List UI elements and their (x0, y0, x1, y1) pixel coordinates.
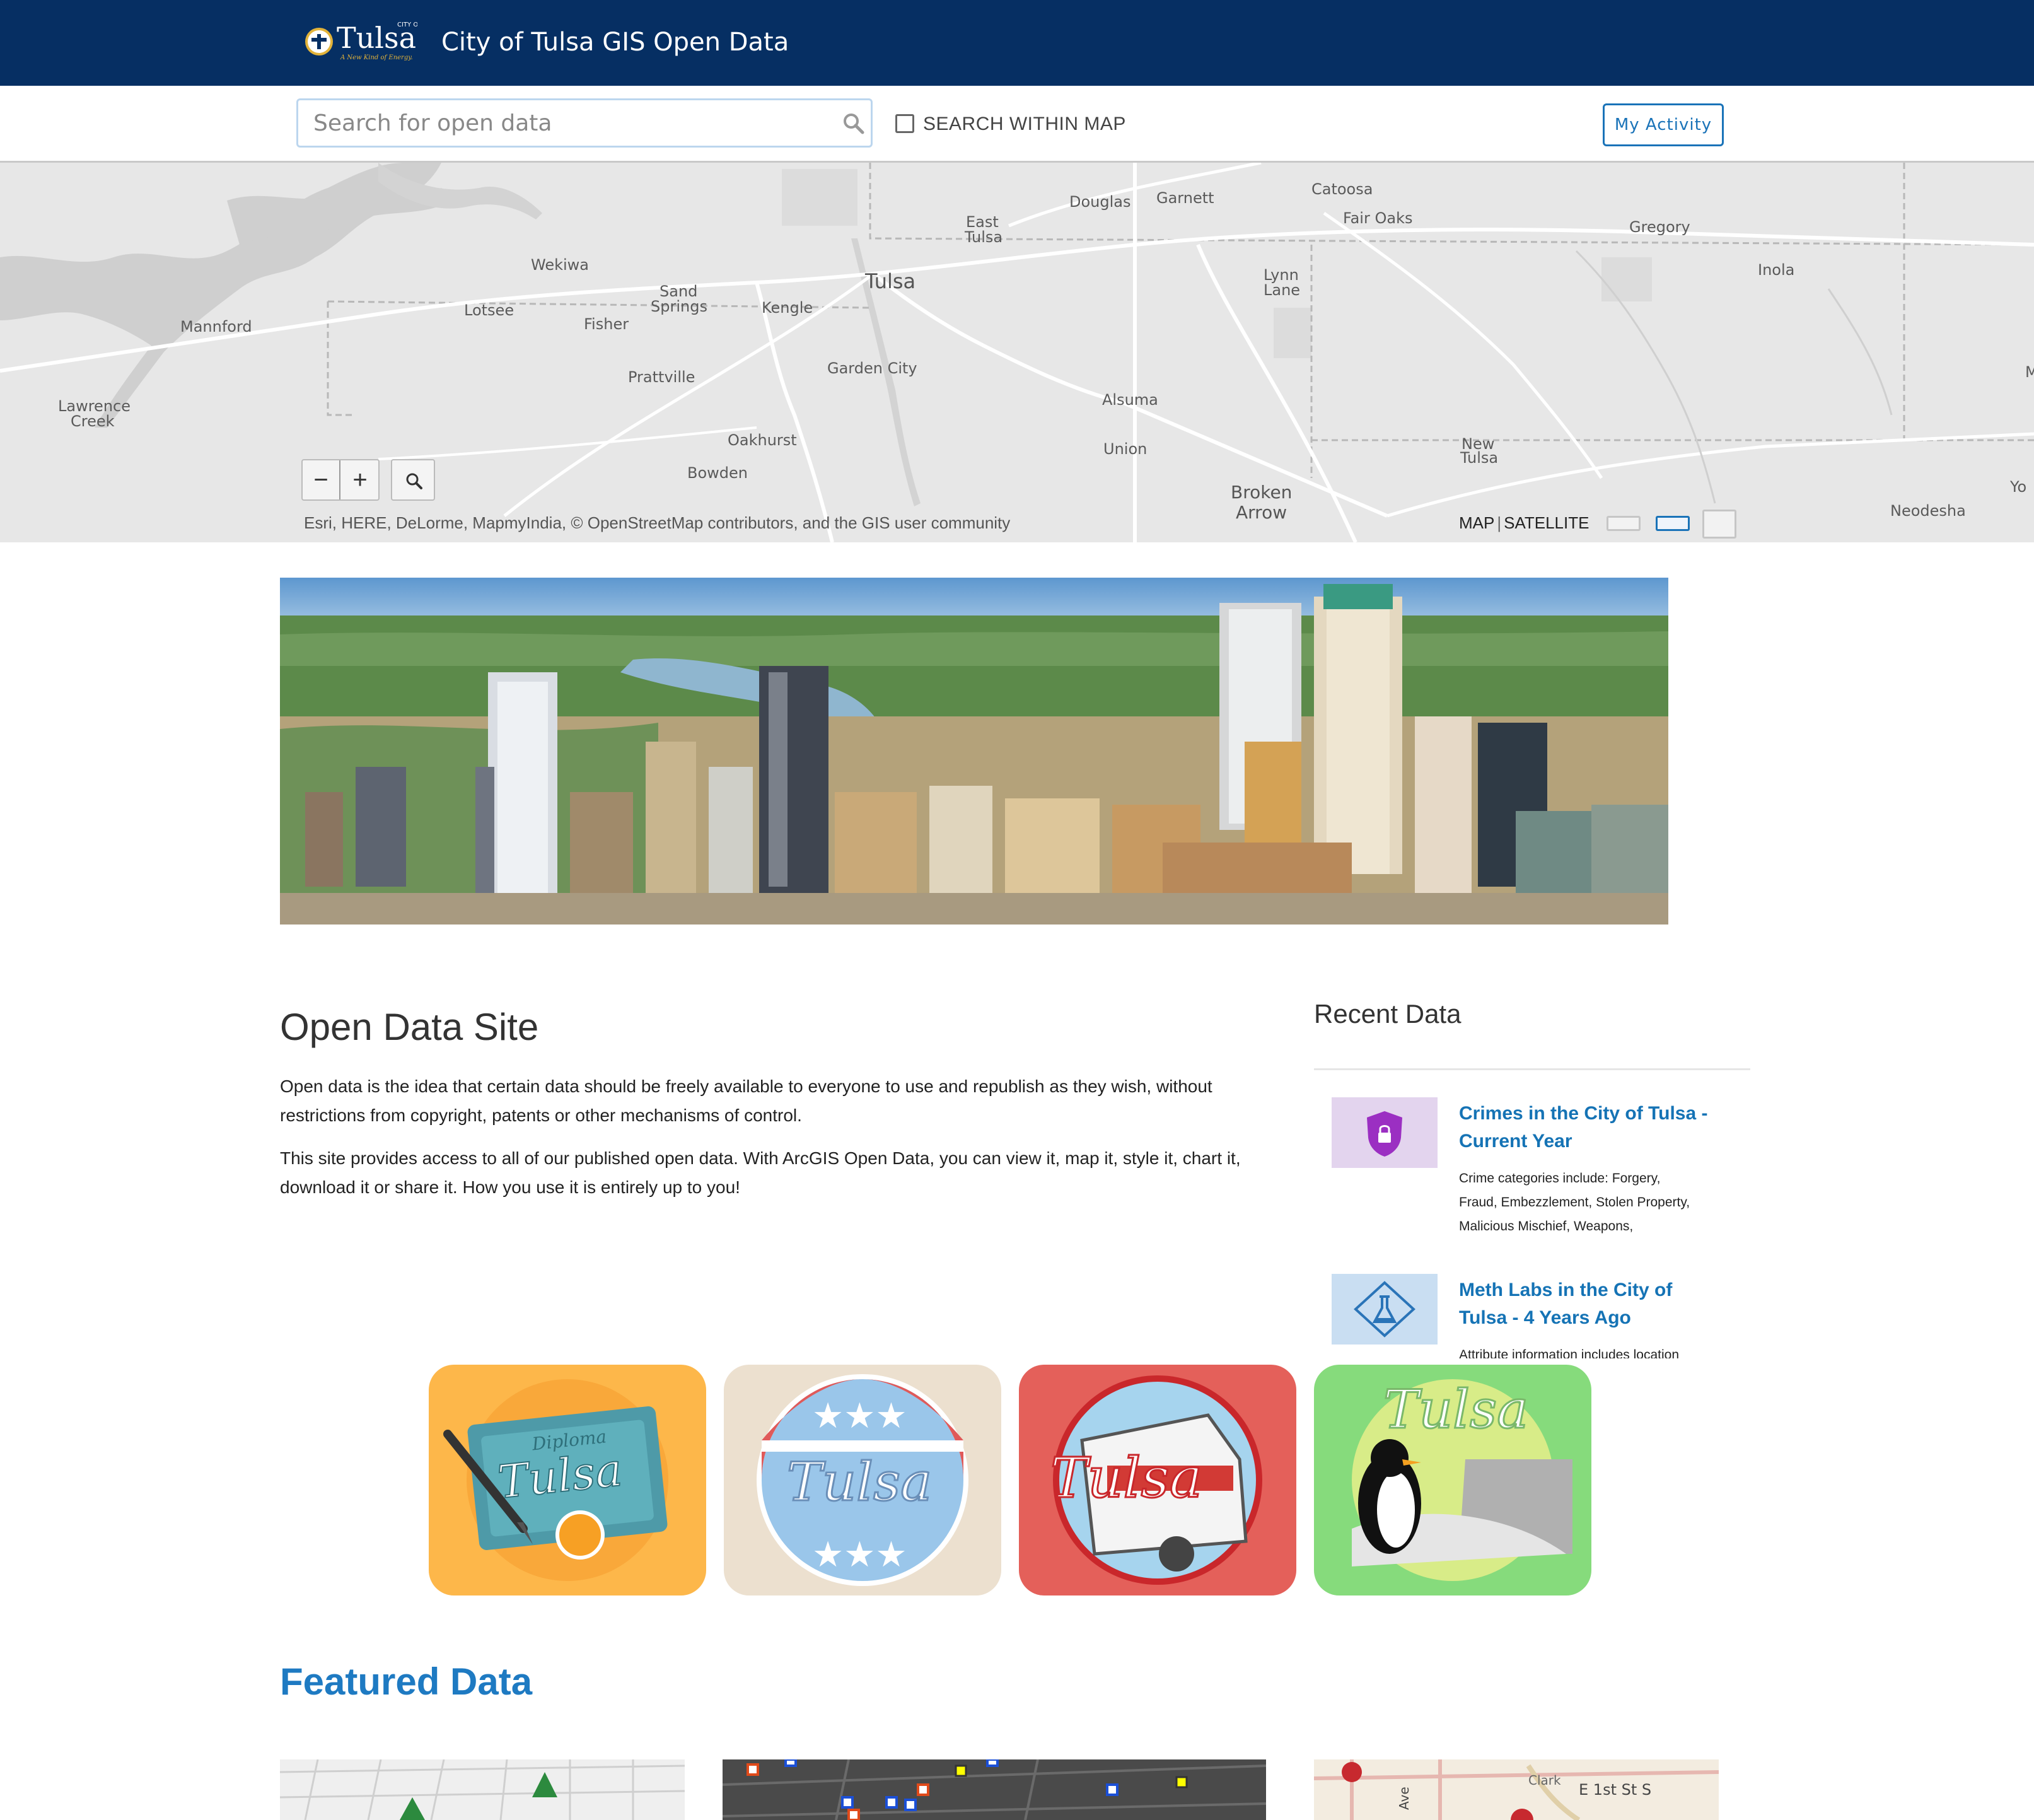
recent-item-crimes-desc-line-3: Malicious Mischief, Weapons, (1459, 1219, 1634, 1234)
page-title: Open Data Site (280, 1006, 539, 1048)
place-tulsa: Tulsa (865, 269, 916, 293)
place-inola: Inola (1758, 261, 1795, 279)
place-garnett: Garnett (1156, 189, 1214, 207)
place-sand-springs-2: Springs (651, 298, 707, 315)
place-oakhurst: Oakhurst (728, 431, 797, 449)
map-attribution: Esri, HERE, DeLorme, MapmyIndia, © OpenS… (304, 513, 1011, 532)
shield-lock-icon[interactable] (1332, 1097, 1438, 1168)
basemap-satellite-option[interactable]: SATELLITE (1504, 513, 1589, 532)
featured-card-dark-map[interactable] (723, 1759, 1266, 1820)
basemap-thumb-dark[interactable] (1702, 510, 1736, 539)
logo-small-label: CITY OF (397, 21, 417, 28)
recent-item-crimes-title-line-2[interactable]: Current Year (1459, 1128, 1724, 1155)
svg-text:★★★: ★★★ (812, 1396, 907, 1437)
zoom-out-button[interactable]: − (303, 460, 340, 499)
place-edge-right: Yo (2010, 478, 2027, 496)
place-catoosa: Catoosa (1311, 180, 1373, 198)
recent-item-crimes-link[interactable]: Crimes in the City of Tulsa - Current Ye… (1459, 1100, 1724, 1155)
place-garden-city: Garden City (827, 359, 917, 377)
search-bar: SEARCH WITHIN MAP My Activity (0, 86, 2034, 163)
recent-item-meth-labs-title-line-1[interactable]: Meth Labs in the City of (1459, 1276, 1724, 1304)
place-bowden: Bowden (687, 464, 748, 482)
place-fair-oaks: Fair Oaks (1343, 209, 1413, 227)
intro-paragraph-1-line-2: restrictions from copyright, patents or … (280, 1105, 802, 1125)
place-kengle: Kengle (762, 299, 813, 317)
recent-item-meth-labs-desc-line-1: Attribute information includes location (1459, 1348, 1680, 1358)
place-alsuma: Alsuma (1102, 391, 1158, 409)
intro-paragraph-2-line-1: This site provides access to all of our … (280, 1148, 1241, 1168)
featured-card-street-map[interactable]: E 1st St S Clark Ave (1314, 1759, 1719, 1820)
svg-text:★★★: ★★★ (812, 1534, 907, 1575)
place-edge-m: M (2025, 363, 2034, 381)
basemap-toggle: MAP | SATELLITE (1459, 513, 1589, 533)
search-within-map-label[interactable]: SEARCH WITHIN MAP (923, 114, 1126, 135)
logo-tagline: A New Kind of Energy. (340, 54, 413, 61)
place-lynn-lane-2: Lane (1264, 281, 1301, 299)
recent-item-crimes-title-line-1[interactable]: Crimes in the City of Tulsa - (1459, 1100, 1724, 1128)
basemap-thumb-selected[interactable] (1656, 516, 1690, 531)
place-east-tulsa-2: Tulsa (965, 228, 1003, 246)
magnifier-icon (406, 473, 422, 489)
site-header: Tulsa CITY OF A New Kind of Energy. City… (0, 0, 2034, 86)
search-within-map-checkbox[interactable] (895, 114, 914, 133)
place-fisher: Fisher (584, 315, 629, 333)
my-activity-button[interactable]: My Activity (1603, 103, 1724, 146)
street-label-3: Ave (1397, 1787, 1412, 1810)
fire-station-marker-icon (1342, 1762, 1362, 1782)
basemap-separator: | (1497, 513, 1502, 532)
place-lotsee: Lotsee (464, 301, 514, 319)
recent-data-heading: Recent Data (1314, 999, 1462, 1029)
recent-item-crimes-desc-line-2: Fraud, Embezzlement, Stolen Property, (1459, 1195, 1690, 1210)
search-input[interactable] (296, 98, 873, 148)
badge-diploma[interactable]: Diploma Tulsa (429, 1365, 706, 1595)
intro-paragraph-1: Open data is the idea that certain data … (280, 1072, 1264, 1130)
map-view[interactable]: Catoosa Fair Oaks Douglas Garnett East T… (0, 163, 2034, 542)
street-label-1: E 1st St S (1579, 1781, 1651, 1799)
badge-election[interactable]: Tulsa ★★★ ★★★ (724, 1365, 1001, 1595)
place-lynn-lane-1: Lynn (1264, 266, 1299, 284)
place-new-tulsa-2: Tulsa (1460, 449, 1499, 467)
flask-icon[interactable] (1332, 1274, 1438, 1345)
map-search-button[interactable] (391, 459, 435, 501)
basemap-map-option[interactable]: MAP (1459, 513, 1494, 532)
place-prattville: Prattville (628, 368, 695, 386)
badge-penguin-tulsa: Tulsa (1383, 1379, 1528, 1440)
place-sand-springs-1: Sand (660, 283, 698, 300)
recent-item-crimes-desc-line-1: Crime categories include: Forgery, (1459, 1171, 1661, 1186)
recent-item-meth-labs-description: Attribute information includes location (1459, 1343, 1724, 1358)
place-mannford: Mannford (180, 318, 252, 335)
place-east-tulsa-1: East (966, 213, 999, 231)
place-wekiwa: Wekiwa (531, 256, 589, 274)
badge-election-tulsa: Tulsa (787, 1451, 932, 1513)
zoom-controls: − + (301, 459, 380, 501)
zoom-in-button[interactable]: + (341, 460, 379, 499)
place-neodesha: Neodesha (1890, 502, 1966, 520)
badge-penguin[interactable]: Tulsa (1314, 1365, 1591, 1595)
skyline-banner-image (280, 578, 1668, 925)
place-gregory: Gregory (1629, 218, 1690, 236)
intro-paragraph-2: This site provides access to all of our … (280, 1144, 1264, 1202)
recent-item-crimes-description: Crime categories include: Forgery, Fraud… (1459, 1167, 1724, 1239)
intro-paragraph-2-line-2: download it or share it. How you use it … (280, 1177, 740, 1197)
place-broken-arrow-2: Arrow (1236, 502, 1287, 523)
featured-data-heading: Featured Data (280, 1660, 533, 1703)
intro-paragraph-1-line-1: Open data is the idea that certain data … (280, 1076, 1212, 1096)
recent-divider (1314, 1068, 1750, 1070)
place-union: Union (1103, 440, 1148, 458)
badge-emergency-tulsa: Tulsa (1050, 1445, 1202, 1510)
recent-item-meth-labs-link[interactable]: Meth Labs in the City of Tulsa - 4 Years… (1459, 1276, 1724, 1332)
city-logo[interactable]: Tulsa CITY OF A New Kind of Energy. (303, 16, 417, 64)
basemap-thumb-light[interactable] (1607, 516, 1641, 531)
recent-item-meth-labs-title-line-2[interactable]: Tulsa - 4 Years Ago (1459, 1304, 1724, 1332)
place-broken-arrow-1: Broken (1231, 482, 1293, 503)
place-lawrence-creek-1: Lawrence (58, 397, 131, 415)
street-label-2: Clark (1528, 1773, 1561, 1788)
search-icon[interactable] (841, 111, 866, 136)
site-title[interactable]: City of Tulsa GIS Open Data (441, 28, 789, 57)
place-lawrence-creek-2: Creek (71, 412, 115, 430)
place-douglas: Douglas (1069, 193, 1131, 211)
badge-emergency[interactable]: Tulsa (1019, 1365, 1296, 1595)
featured-card-parks-map[interactable] (280, 1759, 685, 1820)
